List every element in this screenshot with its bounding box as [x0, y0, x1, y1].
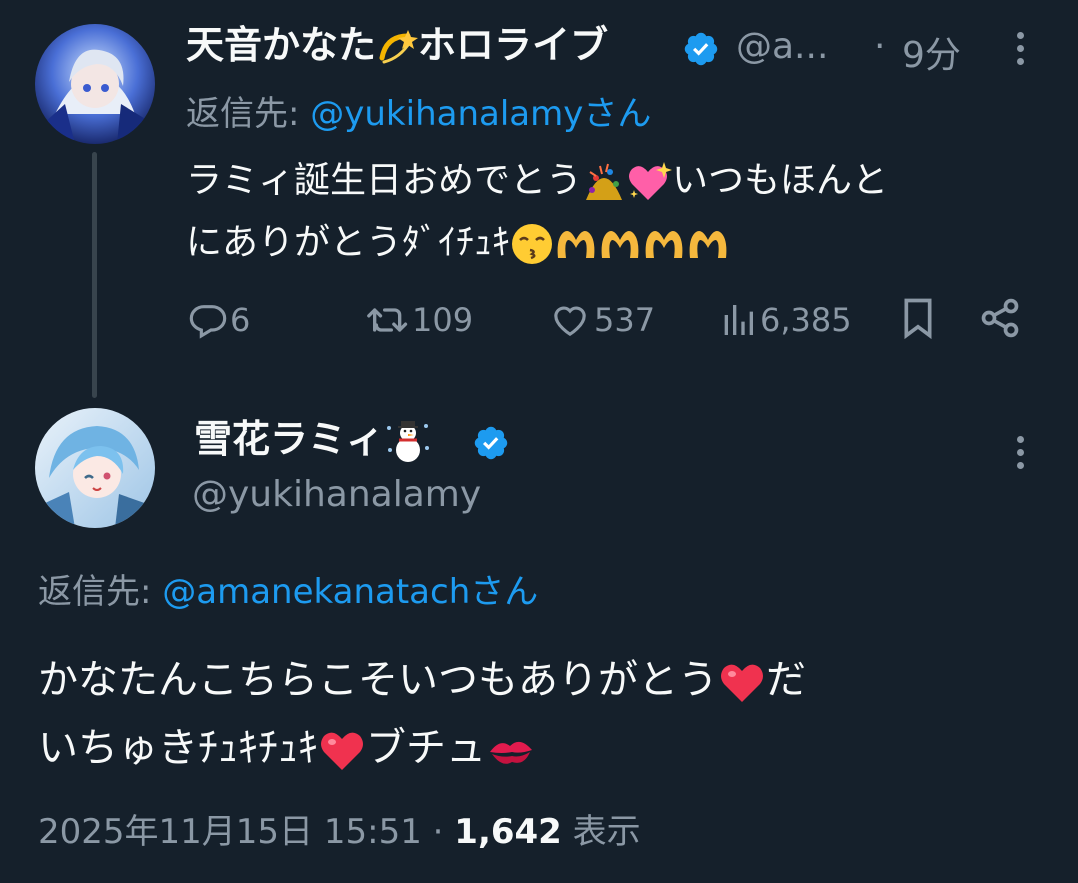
reply-prefix: 返信先:: [38, 572, 163, 612]
retweet-count: 109: [412, 301, 474, 339]
tweet-text: かなたんこちらこそいつもありがとう だ いちゅきﾁｭｷﾁｭｷ ブチュ: [38, 646, 1048, 782]
footer-separator: ·: [432, 812, 455, 852]
tweet-text-line1-b: いつもほんと: [672, 160, 889, 201]
snowman-icon: [384, 418, 432, 466]
view-count-label: 表示: [572, 812, 641, 852]
views-count: 6,385: [760, 301, 852, 339]
red-heart-icon: [718, 660, 766, 704]
verified-badge-icon[interactable]: [682, 30, 720, 68]
tweet-footer: 2025年11月15日 15:51 · 1,642 表示: [38, 804, 641, 853]
reply-to-link[interactable]: @yukihanalamyさん: [310, 94, 651, 134]
reply-prefix: 返信先:: [186, 94, 311, 134]
tweet-text-line1-b: だ: [766, 657, 806, 703]
heart-icon: [554, 306, 586, 337]
heart-hands-icon: [686, 224, 730, 264]
post-date[interactable]: 2025年11月15日 15:51: [38, 812, 422, 852]
tweet-text-line2-a: にありがとうﾀﾞｲﾁｭｷ: [186, 222, 511, 263]
like-button[interactable]: 537: [548, 298, 655, 342]
thread-line: [92, 152, 97, 398]
more-options-icon[interactable]: [1015, 32, 1025, 71]
author-name[interactable]: 雪花ラミィ: [194, 416, 432, 466]
avatar[interactable]: [35, 408, 155, 528]
heart-hands-icon: [598, 224, 642, 264]
reply-count: 6: [230, 301, 251, 339]
tweet-text-line1-a: かなたんこちらこそいつもありがとう: [38, 657, 718, 703]
reply-icon: [189, 305, 227, 339]
retweet-button[interactable]: 109: [366, 298, 473, 342]
timestamp[interactable]: 9分: [902, 26, 961, 78]
author-handle[interactable]: @a...: [736, 26, 828, 67]
author-name[interactable]: 天音かなた ホロライブ: [186, 22, 608, 68]
heart-hands-icon: [642, 224, 686, 264]
views-icon: [724, 305, 753, 335]
author-name-suffix: ホロライブ: [418, 23, 609, 67]
author-name-text: 天音かなた: [186, 23, 377, 67]
share-icon: [981, 298, 1019, 338]
tweet-text-line1-a: ラミィ誕生日おめでとう: [186, 160, 583, 201]
sparkling-heart-icon: [626, 160, 673, 204]
timestamp-separator: ·: [874, 26, 886, 67]
confetti-ball-icon: [582, 160, 626, 204]
avatar[interactable]: [35, 24, 155, 144]
kissing-face-icon: [510, 222, 554, 266]
heart-hands-icon: [554, 224, 598, 264]
share-button[interactable]: [978, 296, 1022, 344]
tweet-text-line2-b: ブチュ: [366, 725, 486, 771]
reply-context: 返信先: @yukihanalamyさん: [186, 86, 651, 135]
reply-to-link[interactable]: @amanekanatachさん: [162, 572, 538, 612]
tweet-text-line2-a: いちゅきﾁｭｷﾁｭｷ: [38, 725, 318, 771]
author-name-text: 雪花ラミィ: [194, 417, 385, 461]
more-options-icon[interactable]: [1015, 436, 1025, 475]
retweet-icon: [367, 308, 408, 332]
dizzy-icon: [376, 28, 419, 68]
verified-badge-icon[interactable]: [472, 424, 510, 462]
reply-context: 返信先: @amanekanatachさん: [38, 564, 538, 613]
author-handle[interactable]: @yukihanalamy: [192, 474, 481, 515]
bookmark-icon: [904, 298, 932, 340]
like-count: 537: [594, 301, 656, 339]
tweet-text: ラミィ誕生日おめでとう いつもほんと にありがとうﾀﾞｲﾁｭｷ: [186, 150, 1046, 274]
bookmark-button[interactable]: [898, 296, 938, 344]
kiss-mark-icon: [486, 730, 536, 770]
views-button[interactable]: 6,385: [718, 298, 852, 342]
view-count[interactable]: 1,642: [454, 812, 562, 852]
red-heart-icon: [318, 728, 366, 772]
reply-button[interactable]: 6: [188, 298, 250, 342]
